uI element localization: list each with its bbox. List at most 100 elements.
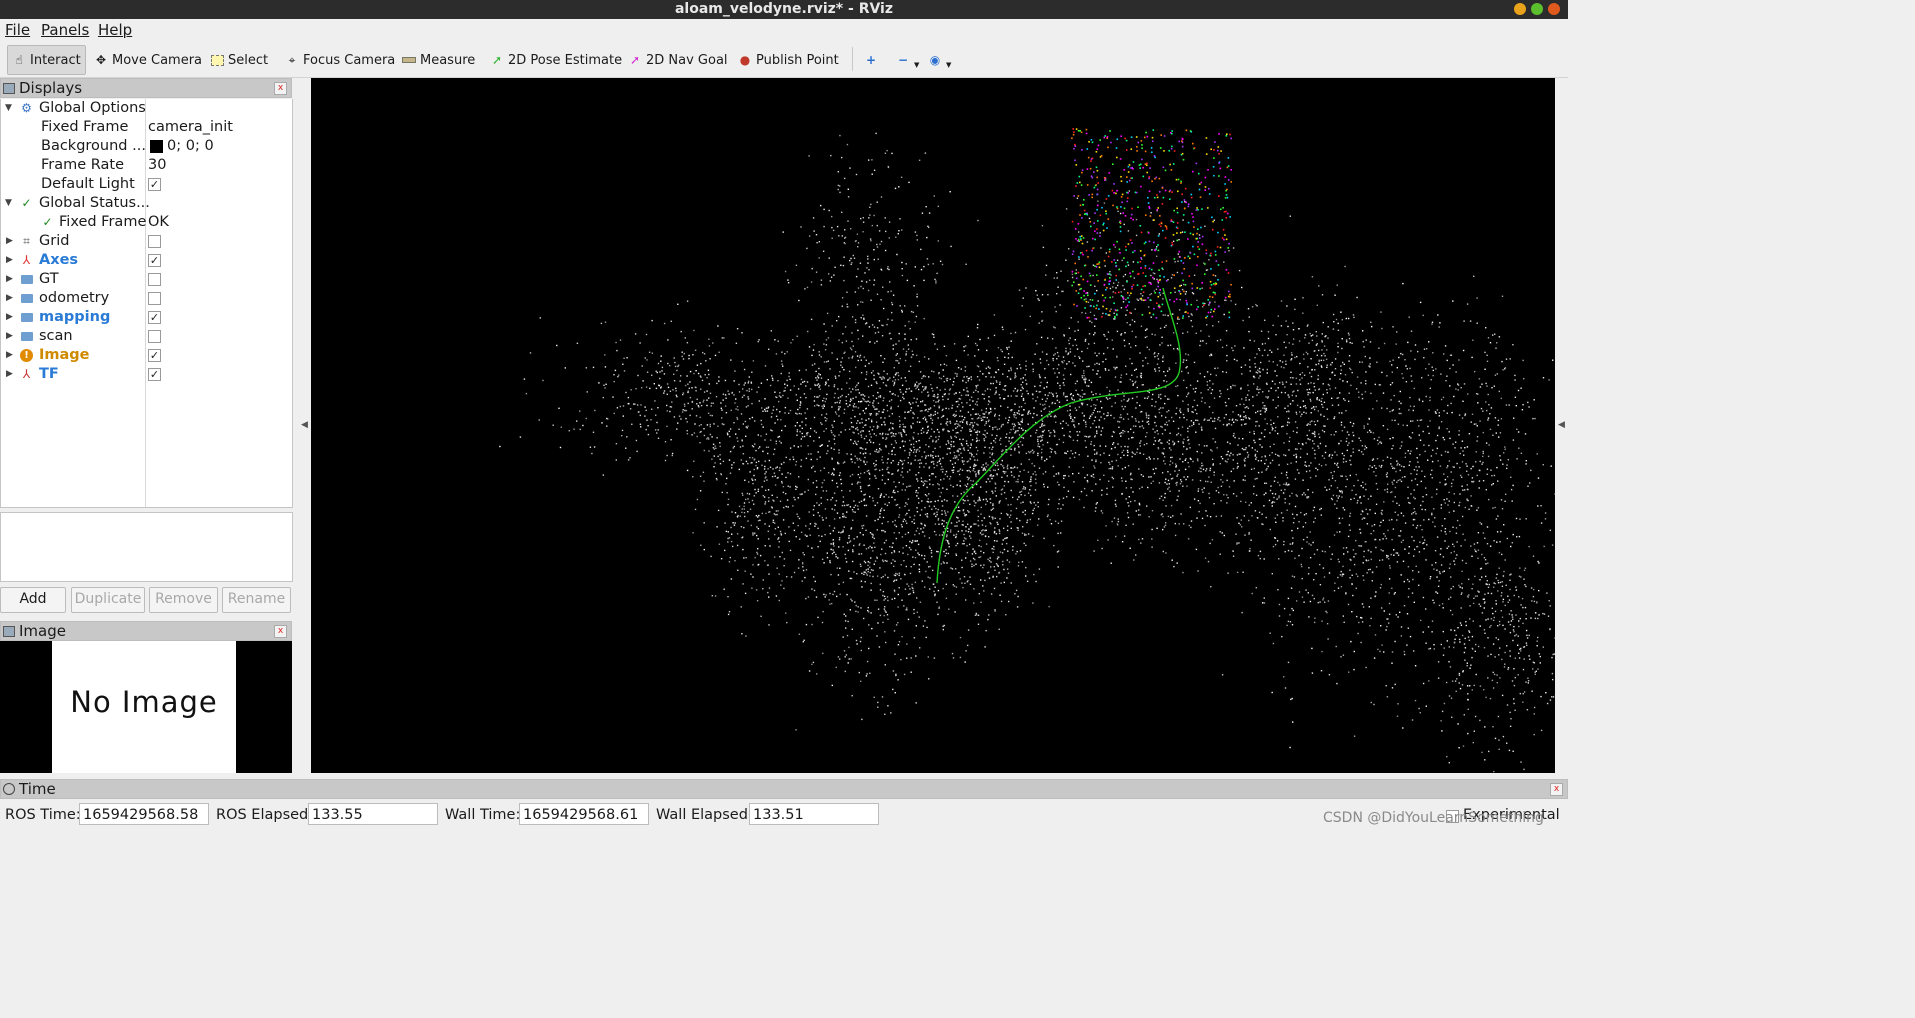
focus-camera-tool[interactable]: ⌖ Focus Camera — [285, 49, 396, 71]
menu-panels[interactable]: Panels — [41, 21, 89, 39]
measure-tool[interactable]: Measure — [402, 49, 475, 71]
toolbar: ☝ Interact ✥ Move Camera Select ⌖ Focus … — [0, 41, 1568, 78]
nav-goal-label: 2D Nav Goal — [646, 52, 728, 68]
display-item-image[interactable]: ▶ ! Image ✓ — [1, 346, 292, 365]
displays-tree[interactable]: ▼ ⚙ Global Options Fixed Frame camera_in… — [0, 99, 293, 508]
display-item-tf[interactable]: ▶ ⅄ TF ✓ — [1, 365, 292, 384]
tree-row-frame-rate[interactable]: Frame Rate 30 — [1, 156, 292, 175]
frame-rate-value[interactable]: 30 — [148, 156, 166, 175]
ros-elapsed-field[interactable]: 133.55 — [308, 803, 438, 825]
publish-point-tool[interactable]: ● Publish Point — [738, 49, 839, 71]
image-checkbox[interactable]: ✓ — [148, 349, 161, 362]
expand-arrow-icon[interactable]: ▼ — [5, 99, 15, 118]
tree-row-background[interactable]: Background ... 0; 0; 0 — [1, 137, 292, 156]
close-icon[interactable]: x — [274, 82, 287, 95]
move-icon: ✥ — [95, 53, 107, 67]
tree-row-fixed-frame[interactable]: Fixed Frame camera_init — [1, 118, 292, 137]
gear-icon: ⚙ — [21, 101, 32, 115]
wall-elapsed-field[interactable]: 133.51 — [749, 803, 879, 825]
collapse-arrow-icon[interactable]: ▶ — [6, 365, 16, 384]
wall-time-field[interactable]: 1659429568.61 — [519, 803, 649, 825]
window-titlebar: aloam_velodyne.rviz* - RViz — [0, 0, 1568, 19]
display-item-mapping[interactable]: ▶ mapping ✓ — [1, 308, 292, 327]
display-item-axes[interactable]: ▶ ⅄ Axes ✓ — [1, 251, 292, 270]
magenta-arrow-icon: ➚ — [629, 53, 641, 67]
close-icon[interactable]: x — [274, 625, 287, 638]
ruler-icon — [402, 53, 416, 67]
axes-checkbox[interactable]: ✓ — [148, 254, 161, 267]
interact-tool[interactable]: ☝ Interact — [7, 45, 86, 75]
window-controls — [1514, 3, 1560, 15]
image-label: Image — [39, 347, 90, 363]
menu-help[interactable]: Help — [98, 21, 132, 39]
render-viewport[interactable] — [311, 78, 1555, 773]
fixed-frame-value[interactable]: camera_init — [148, 118, 233, 137]
dropdown-arrow-icon: ▼ — [914, 61, 920, 69]
interact-label: Interact — [30, 52, 81, 68]
focus-camera-label: Focus Camera — [303, 52, 396, 68]
axes-icon: ⅄ — [22, 253, 31, 267]
green-arrow-icon: ➚ — [491, 53, 503, 67]
global-status-label: Global Status... — [39, 195, 150, 211]
close-icon[interactable]: x — [1550, 783, 1563, 796]
hand-icon: ☝ — [15, 53, 23, 67]
display-item-gt[interactable]: ▶ GT — [1, 270, 292, 289]
collapse-arrow-icon[interactable]: ▶ — [6, 232, 16, 251]
gt-checkbox[interactable] — [148, 273, 161, 286]
close-button[interactable] — [1548, 3, 1560, 15]
select-tool[interactable]: Select — [210, 49, 268, 71]
collapse-arrow-icon[interactable]: ▶ — [6, 270, 16, 289]
display-item-scan[interactable]: ▶ scan — [1, 327, 292, 346]
collapse-arrow-icon[interactable]: ▶ — [6, 289, 16, 308]
publish-point-label: Publish Point — [756, 52, 839, 68]
tree-row-global-status[interactable]: ▼ ✓ Global Status... — [1, 194, 292, 213]
color-swatch[interactable] — [150, 140, 163, 153]
expand-arrow-icon[interactable]: ▼ — [5, 194, 15, 213]
ros-time-field[interactable]: 1659429568.58 — [79, 803, 209, 825]
ros-time-label: ROS Time: — [5, 807, 81, 823]
mapping-label: mapping — [39, 309, 111, 325]
tree-row-default-light[interactable]: Default Light ✓ — [1, 175, 292, 194]
collapse-arrow-icon[interactable]: ▶ — [6, 308, 16, 327]
collapse-arrow-icon[interactable]: ▶ — [6, 251, 16, 270]
time-panel-header: Time x — [0, 779, 1568, 799]
odometry-checkbox[interactable] — [148, 292, 161, 305]
frame-rate-label: Frame Rate — [41, 157, 125, 173]
collapse-right-handle-icon[interactable]: ◀ — [1558, 420, 1565, 430]
nav-goal-tool[interactable]: ➚ 2D Nav Goal — [628, 49, 728, 71]
add-tool-button[interactable]: + — [864, 49, 878, 71]
add-button[interactable]: Add — [0, 587, 66, 613]
background-value[interactable]: 0; 0; 0 — [167, 137, 214, 156]
folder-icon — [20, 330, 33, 343]
monitor-icon — [3, 626, 15, 637]
tree-row-global-options[interactable]: ▼ ⚙ Global Options — [1, 99, 292, 118]
default-light-checkbox[interactable]: ✓ — [148, 178, 161, 191]
displays-panel-title: Displays — [19, 79, 83, 97]
remove-button[interactable]: Remove — [149, 587, 218, 613]
scan-checkbox[interactable] — [148, 330, 161, 343]
move-camera-label: Move Camera — [112, 52, 203, 68]
display-item-odometry[interactable]: ▶ odometry — [1, 289, 292, 308]
tree-row-status-fixed-frame[interactable]: ✓ Fixed Frame OK — [1, 213, 292, 232]
view-tool-button[interactable]: ◉ ▼ — [928, 49, 952, 71]
duplicate-button[interactable]: Duplicate — [71, 587, 145, 613]
tf-checkbox[interactable]: ✓ — [148, 368, 161, 381]
maximize-button[interactable] — [1531, 3, 1543, 15]
remove-tool-button[interactable]: − ▼ — [896, 49, 919, 71]
odometry-label: odometry — [39, 290, 110, 306]
menu-file[interactable]: File — [5, 21, 30, 39]
mapping-checkbox[interactable]: ✓ — [148, 311, 161, 324]
collapse-arrow-icon[interactable]: ▶ — [6, 346, 16, 365]
pose-estimate-tool[interactable]: ➚ 2D Pose Estimate — [490, 49, 622, 71]
ros-elapsed-label: ROS Elapsed: — [216, 807, 314, 823]
collapse-arrow-icon[interactable]: ▶ — [6, 327, 16, 346]
move-camera-tool[interactable]: ✥ Move Camera — [94, 49, 202, 71]
eye-icon: ◉ — [929, 53, 941, 67]
collapse-left-handle-icon[interactable]: ◀ — [301, 420, 308, 430]
display-item-grid[interactable]: ▶ ⌗ Grid — [1, 232, 292, 251]
folder-icon — [20, 311, 33, 324]
folder-icon — [20, 273, 33, 286]
minimize-button[interactable] — [1514, 3, 1526, 15]
grid-checkbox[interactable] — [148, 235, 161, 248]
rename-button[interactable]: Rename — [222, 587, 291, 613]
